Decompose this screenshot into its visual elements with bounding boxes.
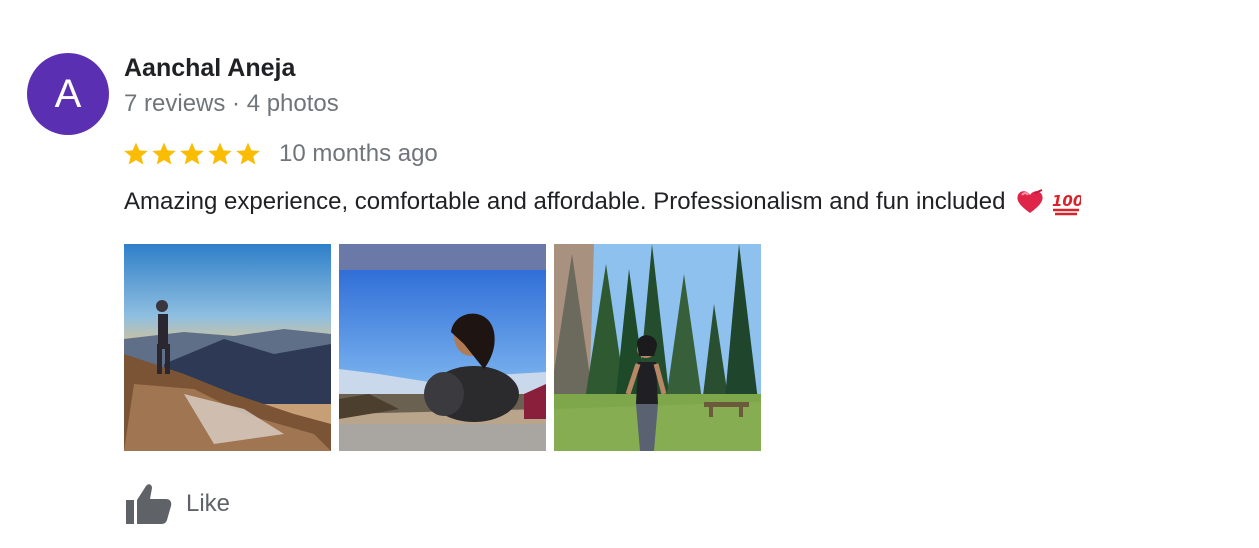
star-icon: [124, 142, 148, 165]
review-photos: [124, 244, 761, 451]
reclining-person-photo[interactable]: [339, 244, 546, 451]
star-icon: [236, 142, 260, 165]
star-rating: [123, 141, 261, 167]
heart-icon: [1017, 189, 1043, 213]
like-button[interactable]: Like: [124, 480, 230, 528]
avatar[interactable]: A: [27, 53, 109, 135]
review-text-row: Amazing experience, comfortable and affo…: [124, 188, 1081, 216]
forest-walk-photo[interactable]: [554, 244, 761, 451]
mountain-sunset-photo[interactable]: [124, 244, 331, 451]
thumbs-up-icon: [126, 484, 172, 524]
review-card: A Aanchal Aneja 7 reviews · 4 photos 10 …: [0, 0, 1259, 548]
svg-text:100: 100: [1052, 192, 1081, 210]
review-date: 10 months ago: [279, 140, 438, 167]
author-meta: 7 reviews · 4 photos: [124, 90, 339, 117]
like-label: Like: [186, 490, 231, 517]
star-icon: [180, 142, 204, 165]
star-icon: [208, 142, 232, 165]
hundred-points-icon: 100: [1052, 192, 1081, 216]
star-icon: [152, 142, 176, 165]
author-name[interactable]: Aanchal Aneja: [124, 54, 295, 83]
rating-row: 10 months ago: [123, 137, 438, 171]
review-text: Amazing experience, comfortable and affo…: [124, 188, 1006, 215]
